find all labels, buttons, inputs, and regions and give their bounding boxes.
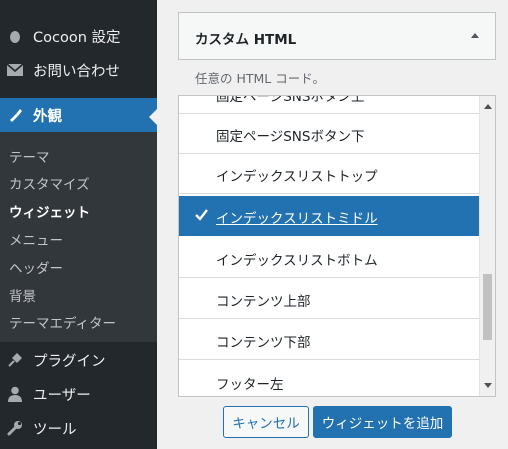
widget-header[interactable]: カスタム HTML [178, 12, 496, 60]
mail-icon [7, 62, 23, 78]
wrench-icon [7, 420, 23, 436]
cancel-button[interactable]: キャンセル [223, 406, 309, 438]
widget-description: 任意の HTML コード。 [195, 71, 325, 86]
submenu-item-widgets[interactable]: ウィジェット [9, 201, 90, 221]
list-item[interactable]: インデックスリストボトム [179, 238, 479, 278]
sidebar-item-users[interactable]: ユーザー [0, 382, 157, 406]
list-item[interactable]: 固定ページSNSボタン上 [179, 96, 479, 114]
sidebar-item-cocoon[interactable]: Cocoon 設定 [0, 24, 157, 48]
cocoon-icon [7, 28, 23, 44]
appearance-submenu: テーマ カスタマイズ ウィジェット メニュー ヘッダー 背景 テーマエディター [0, 132, 157, 342]
submenu-item-menus[interactable]: メニュー [9, 229, 63, 249]
paintbrush-icon [7, 107, 23, 123]
submenu-item-themes[interactable]: テーマ [9, 146, 50, 166]
list-item[interactable]: 固定ページSNSボタン下 [179, 114, 479, 154]
sidebar-item-label: お問い合わせ [33, 63, 120, 80]
widget-area-list[interactable]: 固定ページSNSボタン上 固定ページSNSボタン下 インデックスリストトップ イ… [178, 95, 496, 397]
checkmark-icon [195, 209, 208, 221]
sidebar-item-label: ツール [33, 421, 77, 438]
sidebar-item-label: ユーザー [33, 387, 91, 404]
widget-title: カスタム HTML [195, 32, 297, 48]
scrollbar[interactable] [479, 96, 495, 396]
list-item[interactable]: コンテンツ下部 [179, 320, 479, 360]
list-item[interactable]: インデックスリストトップ [179, 154, 479, 194]
sidebar-item-contact[interactable]: お問い合わせ [0, 58, 157, 82]
submenu-item-customize[interactable]: カスタマイズ [9, 173, 90, 193]
scroll-up-arrow-icon[interactable] [484, 104, 492, 109]
sidebar-item-tools[interactable]: ツール [0, 416, 157, 440]
submenu-item-theme-editor[interactable]: テーマエディター [9, 312, 116, 332]
list-item-selected[interactable]: インデックスリストミドル [179, 196, 479, 236]
scrollbar-thumb[interactable] [483, 274, 492, 340]
admin-sidebar: Cocoon 設定 お問い合わせ 外観 テーマ カスタマイズ ウィジェット メニ… [0, 0, 157, 449]
current-menu-arrow [149, 109, 157, 125]
add-widget-button[interactable]: ウィジェットを追加 [313, 406, 452, 438]
collapse-arrow-icon[interactable] [471, 33, 479, 38]
user-icon [7, 386, 23, 402]
sidebar-item-plugins[interactable]: プラグイン [0, 348, 157, 372]
sidebar-item-appearance[interactable]: 外観 [0, 98, 157, 132]
sidebar-item-label: プラグイン [33, 353, 106, 370]
list-item[interactable]: コンテンツ上部 [179, 279, 479, 319]
sidebar-item-label: Cocoon 設定 [33, 29, 121, 46]
submenu-item-background[interactable]: 背景 [9, 285, 36, 305]
submenu-item-header[interactable]: ヘッダー [9, 257, 63, 277]
sidebar-item-label: 外観 [33, 108, 62, 125]
scroll-down-arrow-icon[interactable] [484, 383, 492, 388]
plugin-icon [7, 352, 23, 368]
list-item[interactable]: フッター左 [179, 362, 479, 396]
